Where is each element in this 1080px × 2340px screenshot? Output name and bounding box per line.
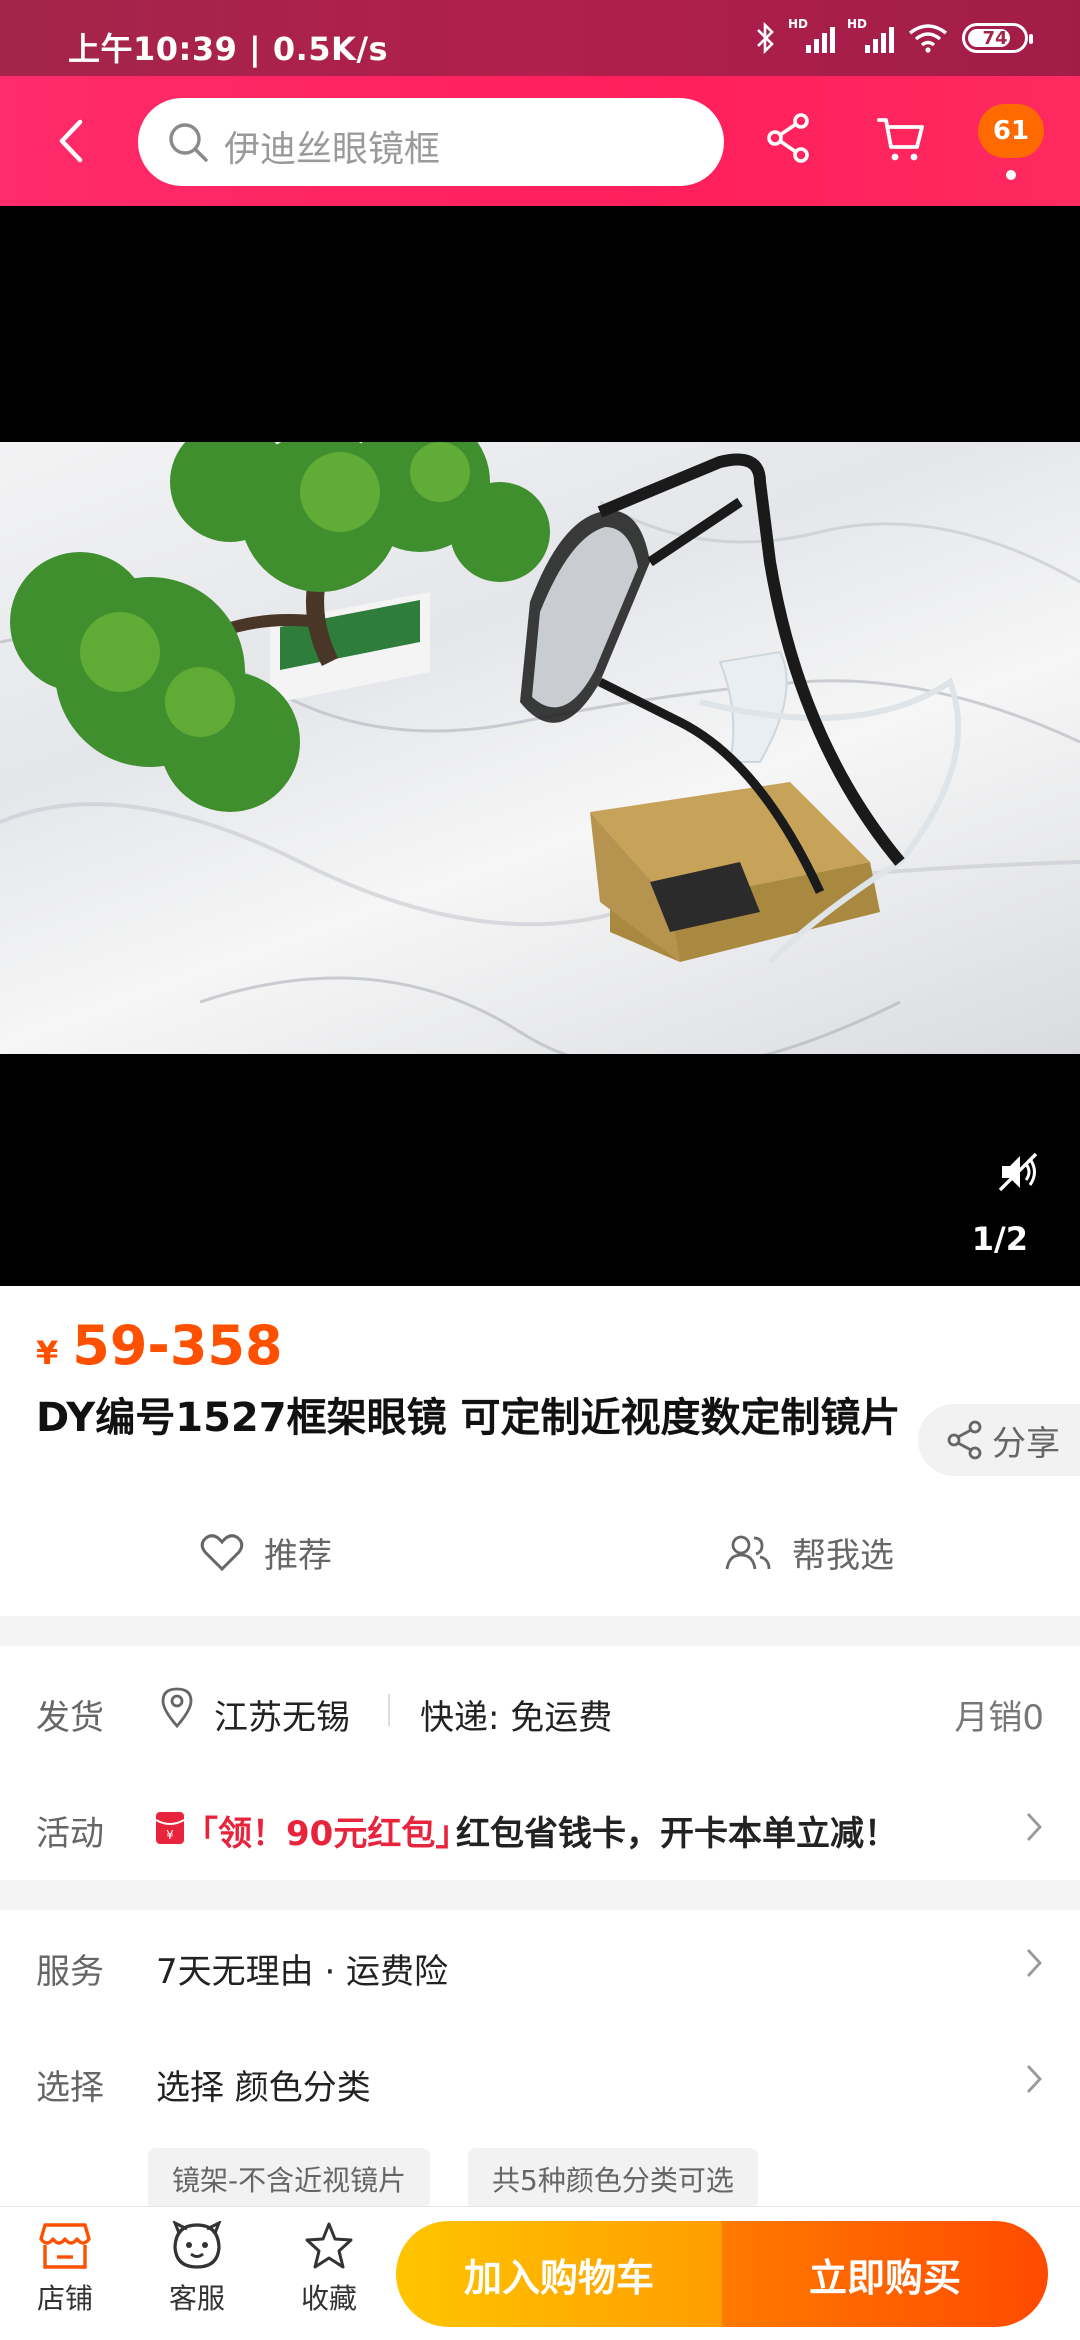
bluetooth-icon [757, 22, 774, 54]
product-photo [0, 442, 1080, 1054]
search-placeholder: 伊迪丝眼镜框 [224, 129, 441, 170]
heart-icon [200, 1533, 244, 1571]
price-value: 59-358 [72, 1314, 283, 1377]
product-photo-illustration [0, 442, 1080, 1054]
ship-from-location: 江苏无锡 [214, 1698, 350, 1738]
search-input[interactable]: 伊迪丝眼镜框 [138, 98, 724, 186]
activity-label: 活动 [36, 1814, 104, 1854]
share-icon [947, 1420, 982, 1460]
service-select-card: 服务 7天无理由 · 运费险 选择 选择 颜色分类 镜架-不含近视镜片 共5种颜… [0, 1910, 1080, 2210]
top-nav: 伊迪丝眼镜框 61 [0, 76, 1080, 206]
message-count-badge: 61 [978, 104, 1044, 158]
service-text: 7天无理由 · 运费险 [156, 1952, 449, 1992]
share-icon[interactable] [766, 112, 812, 164]
price: ¥ 59-358 [36, 1314, 283, 1377]
sku-chip[interactable]: 共5种颜色分类可选 [468, 2148, 758, 2210]
express-fee: 快递: 免运费 [420, 1698, 613, 1738]
more-dot-icon [1006, 170, 1016, 180]
star-icon [305, 2222, 353, 2269]
status-icons: HD HD 74 [754, 17, 1033, 54]
recommend-label: 推荐 [264, 1536, 332, 1576]
select-label: 选择 [36, 2068, 104, 2108]
service-row[interactable]: 服务 7天无理由 · 运费险 [0, 1920, 1080, 2010]
activity-text: 红包省钱卡，开卡本单立减！ [456, 1814, 898, 1854]
store-icon [39, 2223, 91, 2269]
service-label: 服务 [36, 1952, 104, 1992]
help-choose-button[interactable]: 帮我选 [724, 1528, 894, 1577]
divider [388, 1694, 390, 1726]
svg-text:¥: ¥ [166, 1828, 174, 1842]
status-bar: 上午10:39 | 0.5K/s HD HD 74 [0, 0, 1080, 76]
status-time: 上午10:39 | 0.5K/s [68, 30, 389, 68]
cart-icon[interactable] [876, 114, 926, 164]
sku-chip[interactable]: 镜架-不含近视镜片 [148, 2148, 431, 2210]
activity-row[interactable]: 活动 ¥ 「领！90元红包」 红包省钱卡，开卡本单立减！ [0, 1786, 1080, 1866]
signal-icon: HD [788, 17, 835, 53]
signal-icon: HD [847, 17, 894, 53]
product-info-card: ¥ 59-358 DY编号1527框架眼镜 可定制近视度数定制镜片 分享 推荐 … [0, 1286, 1080, 1616]
activity-highlight: 「领！90元红包」 [184, 1814, 470, 1854]
chevron-right-icon [1026, 1813, 1042, 1841]
shipping-activity-card: 发货 江苏无锡 快递: 免运费 月销0 活动 ¥ 「领！90元红包」 红包省钱卡… [0, 1646, 1080, 1880]
more-menu-button[interactable]: 61 [978, 104, 1048, 184]
share-label: 分享 [992, 1423, 1060, 1464]
help-choose-label: 帮我选 [792, 1536, 894, 1576]
shop-label: 店铺 [36, 2282, 93, 2315]
red-packet-icon: ¥ [155, 1812, 185, 1844]
select-text: 选择 颜色分类 [156, 2068, 371, 2108]
product-title: DY编号1527框架眼镜 可定制近视度数定制镜片 [36, 1395, 901, 1441]
media-counter: 1/2 [971, 1220, 1028, 1258]
wifi-icon [908, 24, 948, 53]
shipping-label: 发货 [36, 1698, 104, 1738]
location-pin-icon [161, 1687, 193, 1728]
mute-icon[interactable] [996, 1150, 1040, 1194]
battery-icon: 74 [962, 23, 1033, 53]
recommend-button[interactable]: 推荐 [200, 1528, 332, 1577]
add-to-cart-button[interactable]: 加入购物车 [396, 2221, 722, 2327]
chevron-right-icon [1026, 2065, 1042, 2093]
bottom-action-bar: 店铺 客服 收藏 加入购物车 立即购买 [0, 2206, 1080, 2340]
buy-now-button[interactable]: 立即购买 [722, 2221, 1048, 2327]
search-icon [169, 123, 208, 162]
product-media[interactable]: 1/2 [0, 206, 1080, 1286]
favorite-label: 收藏 [300, 2282, 357, 2315]
customer-service-button[interactable]: 客服 [142, 2221, 252, 2317]
chevron-right-icon [1026, 1949, 1042, 1977]
customer-service-label: 客服 [168, 2282, 225, 2315]
users-icon [725, 1535, 771, 1569]
share-button[interactable]: 分享 [918, 1404, 1080, 1476]
monthly-sales: 月销0 [954, 1698, 1044, 1738]
product-actions: 推荐 帮我选 [0, 1528, 1080, 1608]
shop-button[interactable]: 店铺 [10, 2221, 120, 2317]
favorite-button[interactable]: 收藏 [274, 2221, 384, 2317]
select-sku-row[interactable]: 选择 选择 颜色分类 [0, 2036, 1080, 2126]
chat-face-icon [172, 2221, 222, 2269]
back-icon[interactable] [50, 116, 94, 166]
currency-symbol: ¥ [36, 1334, 59, 1372]
